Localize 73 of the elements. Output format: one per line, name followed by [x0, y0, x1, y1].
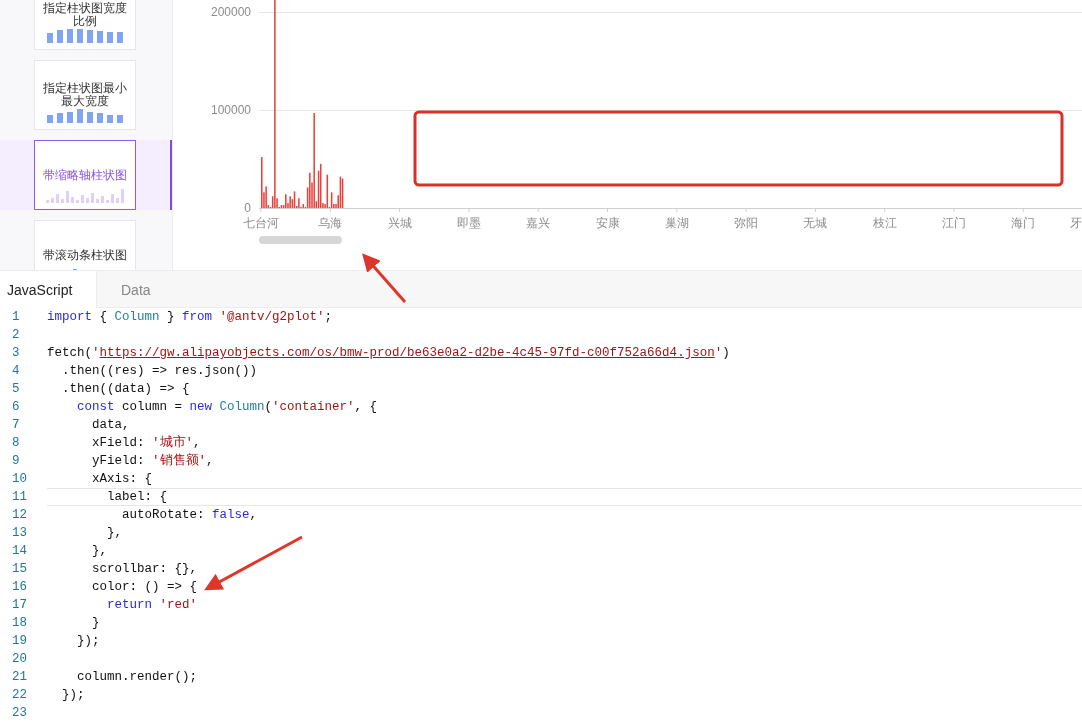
- x-axis-label: 嘉兴: [526, 216, 551, 230]
- line-number: 14: [11, 544, 28, 558]
- line-number: 20: [11, 652, 28, 666]
- line-number: 22: [11, 688, 28, 702]
- x-axis-label: 牙: [1070, 216, 1082, 230]
- thumbnail-chart-icon: [45, 109, 125, 123]
- line-number: 17: [11, 598, 28, 612]
- line-number: 8: [11, 436, 21, 450]
- y-axis-label: 100000: [210, 103, 251, 117]
- x-axis-label: 安康: [595, 216, 620, 230]
- y-axis-label: 200000: [210, 5, 251, 19]
- code-line: }: [91, 615, 100, 632]
- line-number: 12: [11, 508, 28, 522]
- code-line: autoRotate: false,: [121, 507, 258, 524]
- line-number: 9: [11, 454, 21, 468]
- line-number: 13: [11, 526, 28, 540]
- code-line: });: [61, 687, 85, 704]
- code-line: column.render();: [76, 669, 198, 686]
- line-number: 19: [11, 634, 28, 648]
- x-axis-label: 即墨: [456, 216, 481, 230]
- code-line: });: [76, 633, 100, 650]
- line-number: 6: [11, 400, 21, 414]
- code-line: .then((res) => res.json()): [61, 363, 258, 380]
- example-card[interactable]: 带缩略轴柱状图: [34, 140, 136, 210]
- example-title: 带滚动条柱状图: [42, 248, 128, 262]
- example-title: 带缩略轴柱状图: [42, 168, 128, 182]
- code-line: scrollbar: {},: [91, 561, 198, 578]
- x-axis-label: 巢湖: [664, 216, 689, 230]
- example-title: 指定柱状图最小最大宽度: [42, 82, 128, 108]
- x-axis-label: 乌海: [318, 216, 343, 230]
- x-axis-label: 兴城: [387, 216, 412, 230]
- line-number: 18: [11, 616, 28, 630]
- code-line: return 'red': [106, 597, 198, 614]
- scrollbar-thumb[interactable]: [259, 236, 342, 244]
- x-axis-label: 七台河: [243, 216, 279, 230]
- line-number: 2: [11, 328, 21, 342]
- x-axis-label: 无城: [803, 216, 828, 230]
- line-number: 1: [11, 310, 21, 324]
- annotation-arrow: [362, 253, 407, 303]
- line-number: 5: [11, 382, 21, 396]
- code-line: import { Column } from '@antv/g2plot';: [47, 309, 333, 326]
- code-line: label: {: [106, 489, 168, 506]
- code-line: yField: '销售额',: [91, 452, 214, 470]
- code-line: data,: [91, 417, 130, 434]
- x-axis-label: 枝江: [872, 216, 897, 230]
- code-line: color: () => {: [91, 579, 198, 596]
- line-number: 23: [11, 706, 28, 720]
- x-axis-label: 海门: [1011, 216, 1036, 230]
- line-number: 16: [11, 580, 28, 594]
- code-line: },: [106, 525, 122, 542]
- editor-tab[interactable]: JavaScript: [0, 271, 97, 308]
- x-axis-label: 弥阳: [734, 216, 759, 230]
- line-number: 10: [11, 472, 28, 486]
- line-number: 21: [11, 670, 28, 684]
- thumbnail-chart-icon: [45, 189, 125, 203]
- thumbnail-chart-icon: [45, 29, 125, 43]
- line-number: 4: [11, 364, 21, 378]
- y-axis-label: 0: [244, 201, 251, 215]
- example-card[interactable]: 指定柱状图宽度比例: [34, 0, 136, 50]
- x-axis-label: 江门: [942, 216, 966, 230]
- example-card[interactable]: 带滚动条柱状图: [34, 220, 136, 270]
- example-title: 指定柱状图宽度比例: [42, 2, 128, 28]
- code-line: const column = new Column('container', {: [76, 399, 378, 416]
- line-number: 11: [11, 490, 28, 504]
- code-line: xAxis: {: [91, 471, 153, 488]
- example-card[interactable]: 指定柱状图最小最大宽度: [34, 60, 136, 130]
- code-line: .then((data) => {: [61, 381, 190, 398]
- code-line: },: [91, 543, 107, 560]
- code-line: xField: '城市',: [91, 434, 201, 452]
- line-number: 3: [11, 346, 21, 360]
- line-number: 15: [11, 562, 28, 576]
- line-number: 7: [11, 418, 21, 432]
- code-line: fetch('https://gw.alipayobjects.com/os/bmw-prod/be63e0a2-d2be-4c45-97fd-c00f752a66d4.json'): [47, 345, 730, 362]
